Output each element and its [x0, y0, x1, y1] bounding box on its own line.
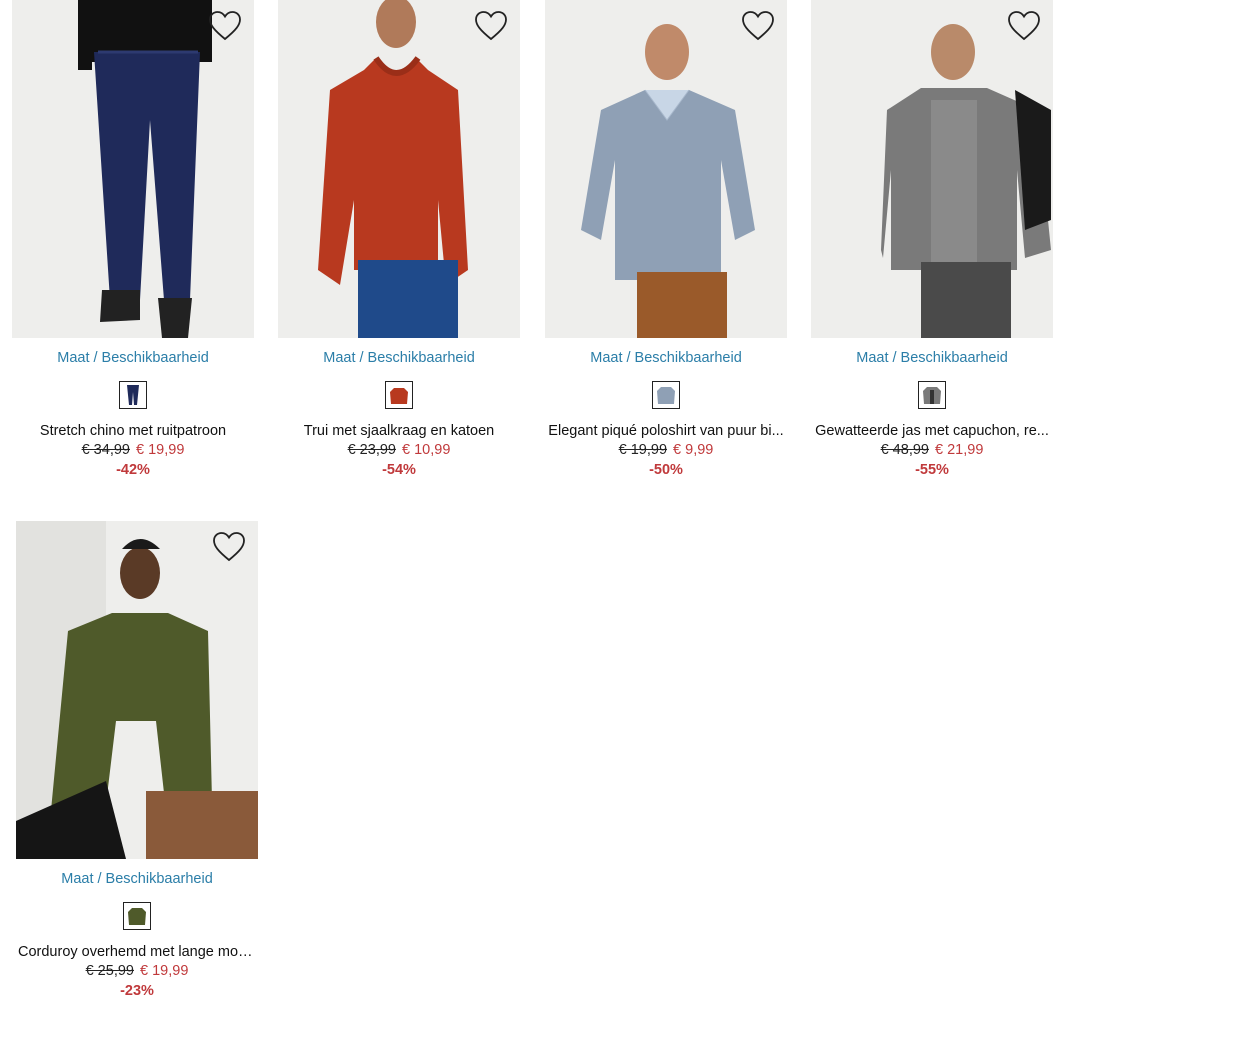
discount-badge: -23% — [120, 983, 154, 999]
price-row: € 34,99 € 19,99 — [12, 440, 254, 460]
product-image[interactable] — [12, 0, 254, 338]
size-availability-link[interactable]: Maat / Beschikbaarheid — [545, 350, 787, 368]
product-photo — [16, 521, 258, 859]
original-price: € 25,99 — [85, 963, 134, 979]
product-card[interactable]: Maat / Beschikbaarheid Stretch chino met… — [12, 0, 254, 480]
swatch-thumbnail — [388, 384, 410, 406]
wishlist-heart-icon[interactable] — [208, 10, 242, 42]
original-price: € 19,99 — [618, 442, 668, 458]
discount-badge: -54% — [382, 462, 416, 478]
product-photo — [811, 0, 1053, 338]
product-grid: Maat / Beschikbaarheid Stretch chino met… — [0, 0, 1250, 1041]
swatch-thumbnail — [921, 384, 943, 406]
color-swatch[interactable] — [652, 381, 680, 409]
price-row: € 25,99 € 19,99 — [16, 961, 258, 981]
color-swatch[interactable] — [123, 902, 151, 930]
color-swatch[interactable] — [119, 381, 147, 409]
discount-badge: -42% — [116, 462, 150, 478]
original-price: € 48,99 — [880, 442, 929, 458]
wishlist-heart-icon[interactable] — [741, 10, 775, 42]
sale-price: € 10,99 — [402, 442, 451, 458]
discount-badge: -55% — [915, 462, 949, 478]
discount-badge: -50% — [649, 462, 683, 478]
product-card[interactable]: Maat / Beschikbaarheid Gewatteerde jas m… — [811, 0, 1053, 480]
product-title[interactable]: Elegant piqué poloshirt van puur bi... — [545, 422, 787, 440]
original-price: € 34,99 — [81, 442, 130, 458]
price-row: € 48,99 € 21,99 — [811, 440, 1053, 460]
product-title[interactable]: Corduroy overhemd met lange mou... — [16, 943, 258, 961]
product-photo — [545, 0, 787, 338]
swatch-thumbnail — [126, 905, 148, 927]
original-price: € 23,99 — [347, 442, 396, 458]
product-title[interactable]: Stretch chino met ruitpatroon — [12, 422, 254, 440]
product-image[interactable] — [16, 521, 258, 859]
product-card[interactable]: Maat / Beschikbaarheid Corduroy overhemd… — [16, 521, 258, 1001]
price-row: € 23,99 € 10,99 — [278, 440, 520, 460]
wishlist-heart-icon[interactable] — [474, 10, 508, 42]
color-swatch[interactable] — [385, 381, 413, 409]
product-card[interactable]: Maat / Beschikbaarheid Trui met sjaalkra… — [278, 0, 520, 480]
sale-price: € 19,99 — [136, 442, 185, 458]
wishlist-heart-icon[interactable] — [1007, 10, 1041, 42]
sale-price: € 9,99 — [673, 442, 714, 458]
product-title[interactable]: Gewatteerde jas met capuchon, re... — [811, 422, 1053, 440]
product-title[interactable]: Trui met sjaalkraag en katoen — [278, 422, 520, 440]
sale-price: € 21,99 — [935, 442, 984, 458]
product-photo — [12, 0, 254, 338]
swatch-thumbnail — [122, 384, 144, 406]
swatch-thumbnail — [655, 384, 677, 406]
size-availability-link[interactable]: Maat / Beschikbaarheid — [811, 350, 1053, 368]
product-photo — [278, 0, 520, 338]
color-swatch[interactable] — [918, 381, 946, 409]
sale-price: € 19,99 — [140, 963, 189, 979]
product-image[interactable] — [811, 0, 1053, 338]
product-image[interactable] — [278, 0, 520, 338]
size-availability-link[interactable]: Maat / Beschikbaarheid — [12, 350, 254, 368]
product-card[interactable]: Maat / Beschikbaarheid Elegant piqué pol… — [545, 0, 787, 480]
product-image[interactable] — [545, 0, 787, 338]
size-availability-link[interactable]: Maat / Beschikbaarheid — [278, 350, 520, 368]
size-availability-link[interactable]: Maat / Beschikbaarheid — [16, 871, 258, 889]
price-row: € 19,99 € 9,99 — [545, 440, 787, 460]
wishlist-heart-icon[interactable] — [212, 531, 246, 563]
